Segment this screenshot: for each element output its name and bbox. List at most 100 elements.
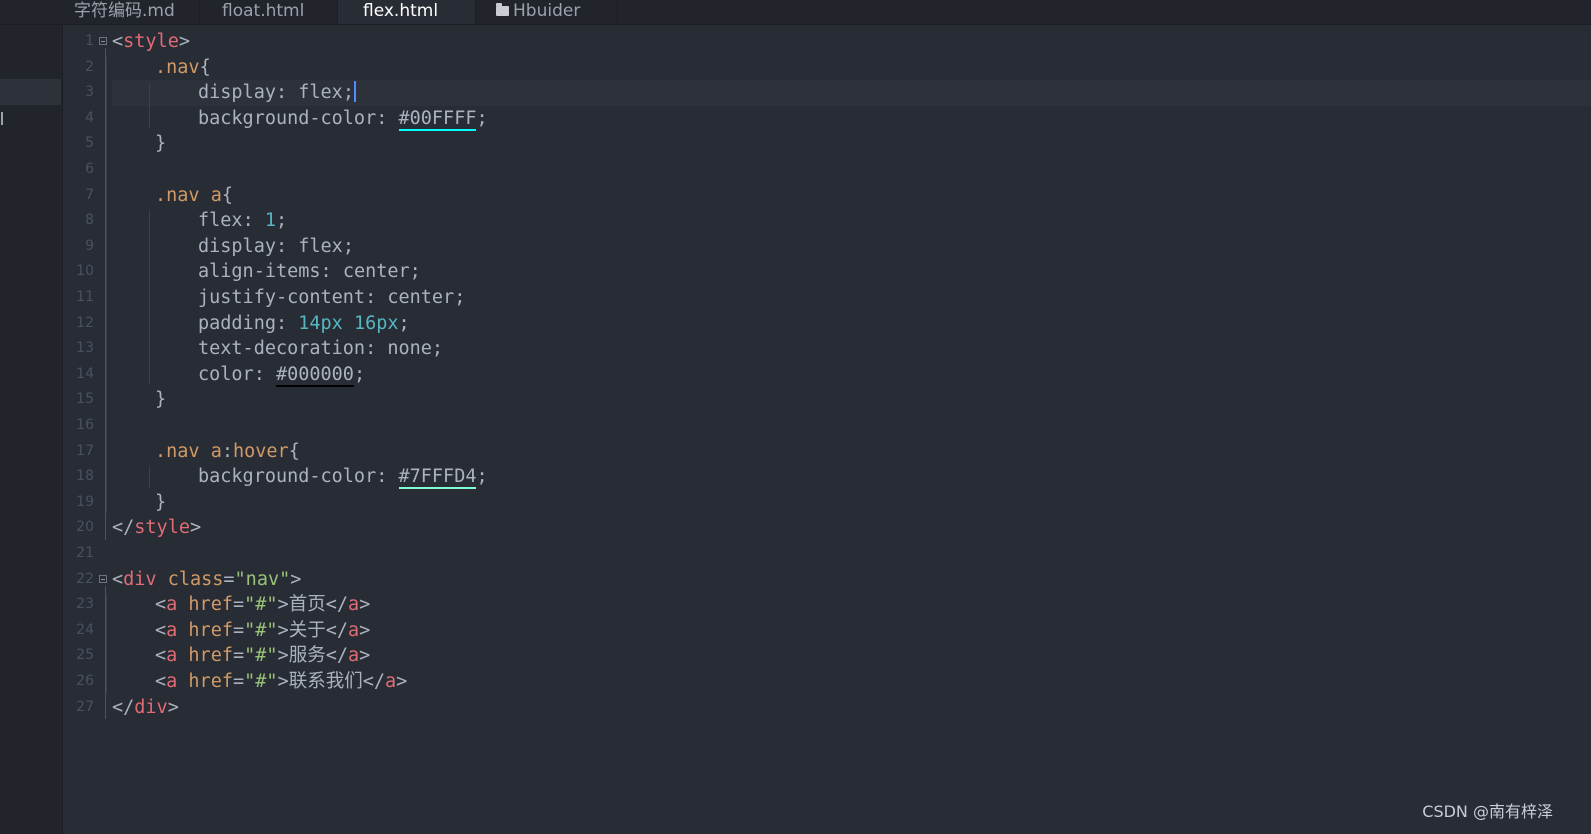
- fold-gutter-line: [105, 48, 106, 540]
- code-token: =: [232, 619, 245, 641]
- code-token: =: [223, 568, 235, 590]
- code-text[interactable]: <style>: [112, 29, 190, 55]
- code-text[interactable]: }: [155, 490, 166, 516]
- code-token: =: [232, 645, 245, 667]
- code-token: class: [167, 568, 224, 590]
- code-token: }: [155, 491, 167, 513]
- code-text[interactable]: text-decoration: none;: [198, 336, 443, 362]
- indent-guide: [106, 594, 107, 693]
- code-token: >: [189, 517, 202, 539]
- fold-toggle-icon[interactable]: [99, 37, 107, 45]
- code-token: a: [210, 184, 222, 206]
- code-text[interactable]: align-items: center;: [198, 259, 421, 285]
- code-token: style: [134, 517, 190, 539]
- tab-float-html[interactable]: float.html: [200, 0, 338, 24]
- tab-label: 字符编码.md: [74, 1, 175, 21]
- code-token: background-color: [198, 466, 377, 488]
- code-editor[interactable]: 1 <style> 2 .nav{3 display: flex; 4 background…: [62, 25, 1591, 834]
- code-text[interactable]: justify-content: center;: [198, 285, 465, 311]
- code-token: a: [166, 619, 178, 641]
- code-text[interactable]: </style>: [112, 515, 201, 541]
- code-text[interactable]: }: [155, 131, 166, 157]
- code-text[interactable]: display: flex;: [198, 234, 354, 260]
- code-token: flex: [198, 210, 243, 232]
- code-text[interactable]: padding: 14px 16px;: [198, 311, 410, 337]
- code-token: :: [376, 466, 399, 488]
- code-token: flex: [298, 82, 343, 104]
- code-token: text-decoration: [198, 338, 366, 360]
- code-token: .nav: [155, 56, 200, 78]
- code-token: 关于: [288, 619, 326, 641]
- code-text[interactable]: flex: 1;: [198, 208, 287, 234]
- code-token: ;: [431, 338, 444, 360]
- code-token: "#": [244, 619, 278, 641]
- tab-charset-md[interactable]: 字符编码.md: [62, 0, 200, 24]
- code-text[interactable]: background-color: #7FFFD4;: [198, 464, 488, 490]
- code-token: ;: [454, 287, 466, 308]
- code-text[interactable]: color: #000000;: [198, 362, 365, 388]
- line-number: 22: [76, 570, 94, 587]
- code-token: 16px: [353, 312, 399, 334]
- code-token: ;: [409, 261, 421, 283]
- code-text[interactable]: <div class="nav">: [112, 567, 301, 593]
- left-sidebar[interactable]: [0, 0, 63, 834]
- code-token: padding: [198, 312, 276, 334]
- fold-toggle-icon[interactable]: [99, 574, 107, 583]
- line-number: 20: [76, 519, 94, 536]
- line-number: 18: [76, 468, 94, 485]
- code-token: "#": [244, 671, 278, 692]
- code-token: =: [232, 594, 245, 616]
- line-number: 12: [76, 314, 94, 331]
- indent-guide: [106, 56, 107, 514]
- line-number: 2: [85, 58, 94, 75]
- code-token: href: [188, 619, 233, 641]
- code-text[interactable]: .nav a:hover{: [155, 439, 300, 465]
- code-text[interactable]: <a href="#">关于</a>: [155, 618, 370, 644]
- code-token: <: [112, 568, 124, 590]
- code-text[interactable]: display: flex;: [198, 80, 356, 106]
- sidebar-active-row[interactable]: [0, 79, 61, 105]
- code-text[interactable]: .nav a{: [155, 183, 233, 209]
- line-number: 6: [85, 161, 94, 177]
- code-token: >: [396, 671, 408, 692]
- code-token: flex: [298, 235, 343, 257]
- code-token: justify-content: [198, 287, 366, 308]
- code-token: ;: [353, 363, 366, 385]
- code-token: :: [365, 287, 388, 308]
- code-token: </: [112, 517, 135, 539]
- code-token: href: [188, 671, 233, 692]
- code-token: <: [112, 31, 124, 52]
- code-text[interactable]: <a href="#">服务</a>: [155, 643, 370, 669]
- code-token: 14px: [298, 312, 343, 334]
- code-text[interactable]: <a href="#">联系我们</a>: [155, 669, 407, 695]
- line-number: 3: [85, 84, 94, 101]
- code-token: href: [188, 645, 233, 667]
- code-token: a: [166, 645, 178, 667]
- line-number: 23: [76, 596, 94, 613]
- indent-guide: [149, 82, 150, 130]
- fold-gutter-line: [105, 585, 106, 719]
- code-token: :: [365, 338, 388, 360]
- code-token: center: [342, 261, 410, 283]
- code-text[interactable]: }: [155, 387, 166, 413]
- line-number: 14: [76, 365, 94, 382]
- tab-hbuider-folder[interactable]: Hbuider: [476, 0, 618, 24]
- code-text[interactable]: </div>: [112, 695, 179, 721]
- code-token: <: [155, 619, 167, 641]
- code-token: "#": [244, 594, 278, 616]
- line-number: 24: [76, 621, 94, 638]
- code-token: ;: [275, 210, 288, 232]
- watermark: CSDN @南有梓泽: [1422, 802, 1553, 821]
- line-number: 15: [76, 391, 94, 408]
- code-token: center: [387, 287, 455, 308]
- code-text[interactable]: background-color: #00FFFF;: [198, 106, 488, 132]
- tab-label: Hbuider: [513, 1, 581, 21]
- code-token: ;: [342, 235, 354, 257]
- tab-flex-html[interactable]: flex.html: [338, 0, 476, 24]
- line-number: 8: [85, 212, 94, 229]
- code-text[interactable]: <a href="#">首页</a>: [155, 592, 370, 618]
- code-text[interactable]: .nav{: [155, 55, 211, 81]
